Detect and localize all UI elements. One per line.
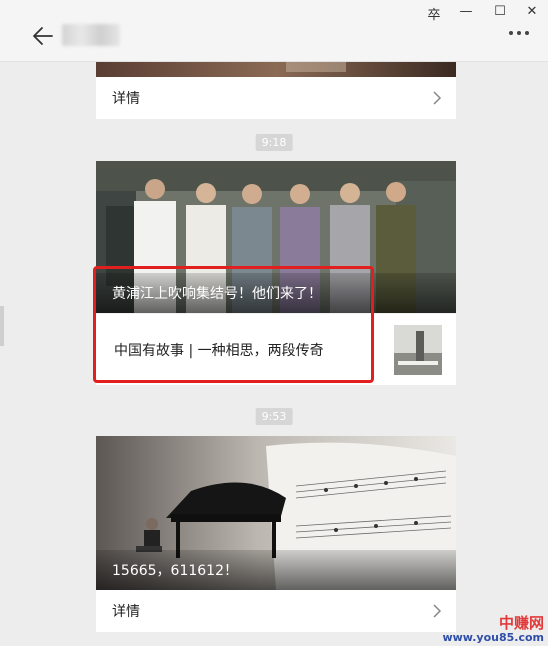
close-icon[interactable]: ✕ bbox=[522, 4, 542, 19]
article-card-partial[interactable]: 详情 bbox=[96, 62, 456, 119]
article-cover-image[interactable]: 黄浦江上吹响集结号！他们来了！ bbox=[96, 161, 456, 313]
arrow-left-icon[interactable] bbox=[32, 26, 54, 46]
article-cover-image bbox=[96, 62, 456, 77]
timestamp: 9:18 bbox=[255, 134, 293, 151]
watermark-url: www.you85.com bbox=[442, 630, 544, 644]
detail-label: 详情 bbox=[112, 604, 140, 620]
pin-icon[interactable]: 卒 bbox=[424, 4, 444, 23]
maximize-icon[interactable]: ☐ bbox=[490, 4, 510, 19]
article-title: 黄浦江上吹响集结号！他们来了！ bbox=[96, 273, 456, 313]
article-title: 15665，611612！ bbox=[96, 550, 456, 590]
article-cover-image[interactable]: 15665，611612！ bbox=[96, 436, 456, 590]
chevron-right-icon bbox=[433, 604, 442, 618]
title-bar: 卒 — ☐ ✕ bbox=[0, 0, 548, 62]
detail-label: 详情 bbox=[112, 91, 140, 107]
chat-title-redacted bbox=[62, 24, 120, 46]
timestamp: 9:53 bbox=[255, 408, 293, 425]
sub-article-item[interactable]: 中国有故事 | 一种相思，两段传奇 bbox=[96, 313, 456, 385]
sub-article-thumbnail bbox=[394, 324, 442, 375]
ellipsis-icon[interactable] bbox=[508, 30, 530, 36]
article-card[interactable]: 15665，611612！ 详情 bbox=[96, 436, 456, 632]
detail-row[interactable]: 详情 bbox=[96, 77, 456, 119]
minimize-icon[interactable]: — bbox=[456, 4, 476, 19]
chevron-right-icon bbox=[433, 91, 442, 105]
detail-row[interactable]: 详情 bbox=[96, 590, 456, 632]
article-card[interactable]: 黄浦江上吹响集结号！他们来了！ 中国有故事 | 一种相思，两段传奇 bbox=[96, 161, 456, 385]
sub-article-title: 中国有故事 | 一种相思，两段传奇 bbox=[114, 342, 324, 359]
watermark-logo: 中赚网 www.you85.com bbox=[442, 615, 544, 644]
scrollbar-thumb[interactable] bbox=[0, 306, 4, 346]
message-feed[interactable]: 详情 9:18 黄浦江上吹响集结号！他们来了！ 中国有故事 | 一种相思，两段传… bbox=[0, 62, 548, 646]
watermark-name: 中赚网 bbox=[498, 614, 544, 633]
